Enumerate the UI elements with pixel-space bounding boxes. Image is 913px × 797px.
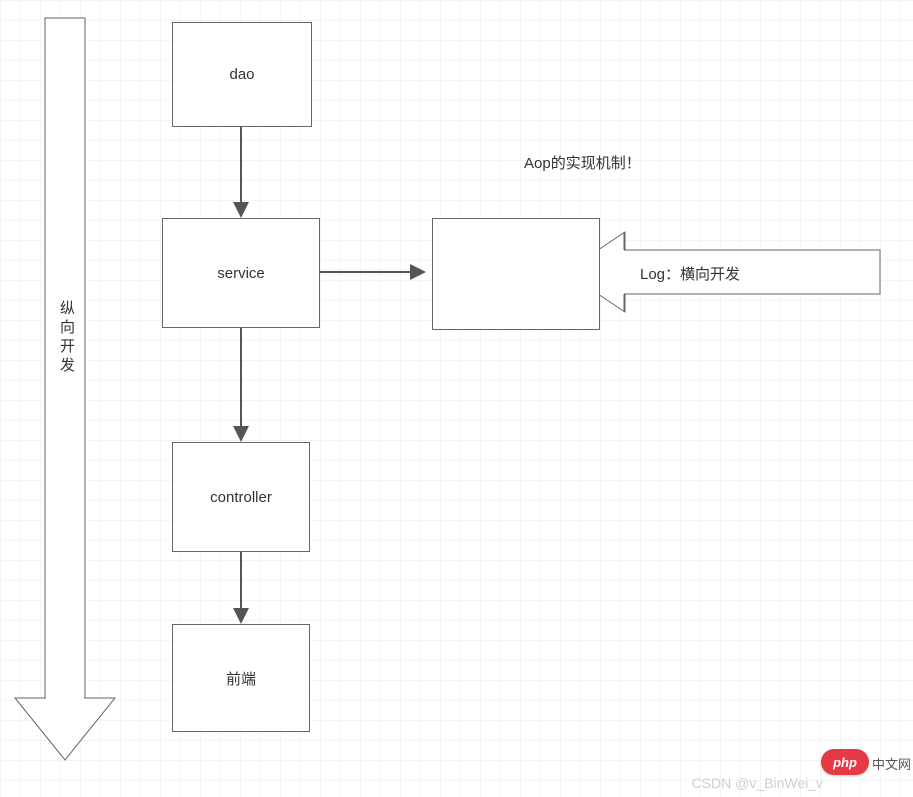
box-frontend-label: 前端: [226, 668, 256, 689]
annotation-aop: Aop的实现机制！: [524, 152, 641, 173]
box-proxy: [432, 218, 600, 330]
box-service-label: service: [217, 265, 265, 282]
box-service: service: [162, 218, 320, 328]
horizontal-arrow-label: Log：横向开发: [640, 263, 740, 284]
box-dao: dao: [172, 22, 312, 127]
diagram-arrows: [0, 0, 913, 797]
box-controller: controller: [172, 442, 310, 552]
box-frontend: 前端: [172, 624, 310, 732]
box-dao-label: dao: [229, 66, 254, 83]
watermark-csdn: CSDN @v_BinWei_v: [692, 775, 823, 791]
php-badge: php: [821, 749, 869, 775]
cn-badge: 中文网: [872, 754, 911, 773]
box-controller-label: controller: [210, 489, 272, 506]
vertical-axis-label: 纵向开发: [56, 300, 77, 376]
